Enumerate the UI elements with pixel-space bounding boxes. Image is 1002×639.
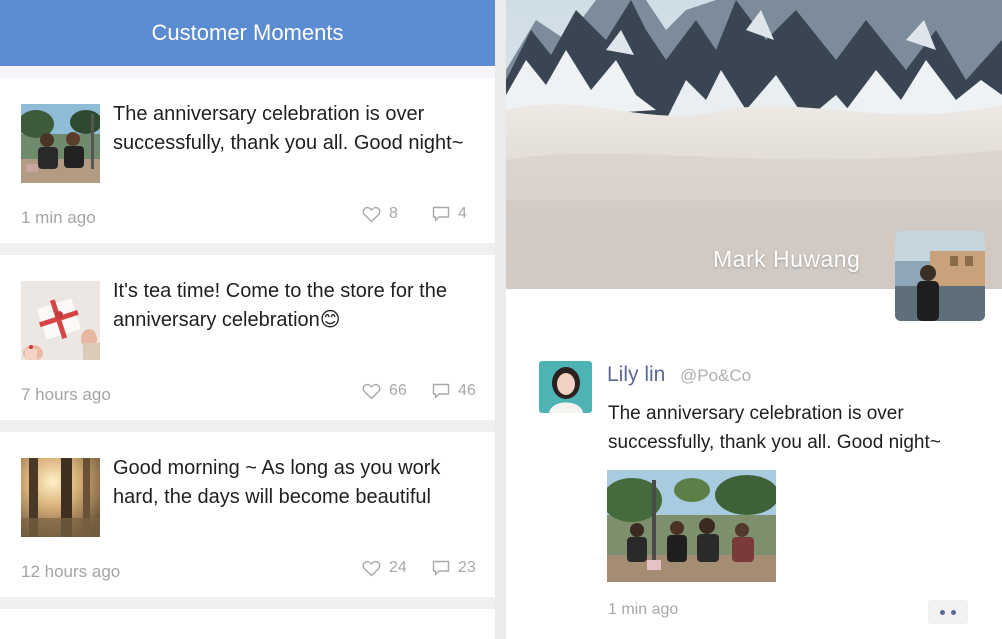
moment-card[interactable]: It's tea time! Come to the store for the…: [0, 255, 495, 420]
moment-thumbnail[interactable]: [21, 281, 100, 360]
moment-time: 1 min ago: [21, 208, 96, 227]
comment-icon: [432, 383, 450, 399]
comment-icon: [432, 206, 450, 222]
like-button[interactable]: 66: [362, 382, 407, 400]
like-count: 66: [389, 382, 407, 399]
moment-card[interactable]: The anniversary celebration is over succ…: [0, 78, 495, 243]
comment-count: 23: [458, 559, 476, 576]
header-divider: [0, 66, 495, 78]
heart-icon: [362, 383, 381, 399]
app-root: Customer Moments The anniversary celebra…: [0, 0, 1002, 639]
heart-icon: [362, 560, 381, 576]
more-dots-icon: [940, 609, 945, 615]
like-count: 24: [389, 559, 407, 576]
moment-thumbnail[interactable]: [21, 458, 100, 537]
post-image[interactable]: [607, 470, 776, 582]
comment-button[interactable]: 23: [432, 559, 476, 577]
comment-button[interactable]: 4: [432, 205, 467, 223]
more-options-button[interactable]: [928, 600, 968, 624]
comment-icon: [432, 560, 450, 576]
page-title-bar: Customer Moments: [0, 0, 495, 66]
post-author-handle: @Po&Co: [680, 366, 752, 385]
page-title: Customer Moments: [151, 20, 344, 45]
moment-thumbnail[interactable]: [21, 104, 100, 183]
profile-name: Mark Huwang: [713, 246, 861, 272]
moment-text: The anniversary celebration is over succ…: [113, 103, 464, 154]
like-button[interactable]: 24: [362, 559, 407, 577]
moment-text: Good morning ~ As long as you work hard,…: [113, 457, 441, 508]
comment-count: 46: [458, 382, 476, 399]
post-author-name[interactable]: Lily lin: [607, 363, 665, 387]
moment-card[interactable]: Good morning ~ As long as you work hard,…: [0, 432, 495, 597]
comment-count: 4: [458, 205, 467, 222]
moment-time: 7 hours ago: [21, 385, 111, 404]
moment-card[interactable]: [0, 609, 495, 639]
like-button[interactable]: 8: [362, 205, 398, 223]
comment-button[interactable]: 46: [432, 382, 476, 400]
like-count: 8: [389, 205, 398, 222]
post-text: The anniversary celebration is over succ…: [608, 403, 941, 453]
heart-icon: [362, 206, 381, 222]
moments-list-panel: Customer Moments The anniversary celebra…: [0, 0, 495, 639]
profile-panel: Mark Huwang Lily lin @Po&Co The annivers…: [506, 0, 1002, 639]
moment-time: 12 hours ago: [21, 562, 121, 581]
profile-avatar[interactable]: [895, 231, 985, 321]
moment-text: It's tea time! Come to the store for the…: [113, 280, 447, 331]
post-author-avatar[interactable]: [539, 361, 592, 413]
post-time: 1 min ago: [608, 601, 679, 618]
